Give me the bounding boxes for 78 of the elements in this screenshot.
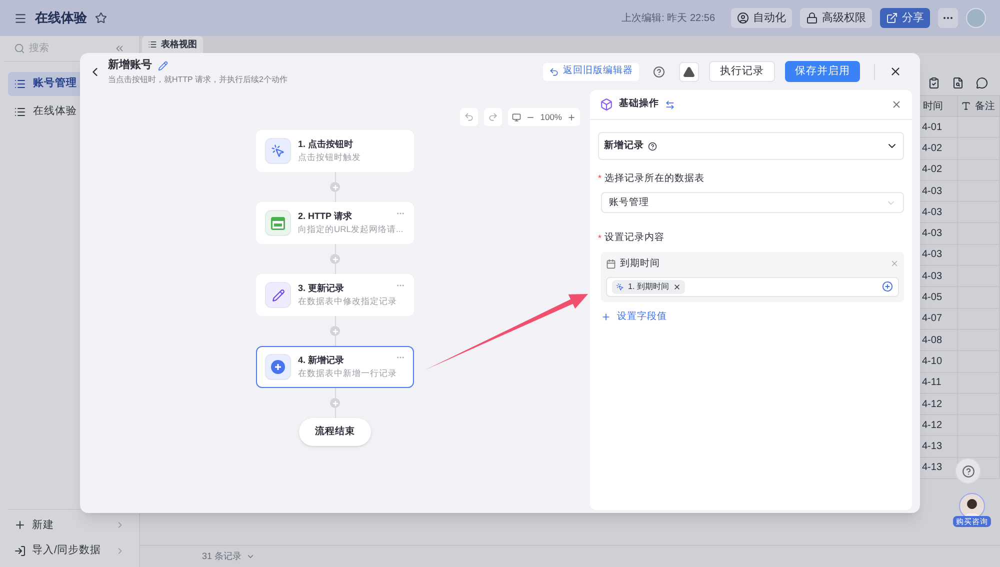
- undo-button[interactable]: [460, 108, 478, 126]
- step-title: 3. 更新记录: [298, 282, 344, 295]
- edit-icon[interactable]: [158, 60, 168, 70]
- clipboard-icon[interactable]: [928, 77, 940, 89]
- value-token[interactable]: 1. 到期时间: [612, 280, 685, 294]
- legacy-editor-button[interactable]: 返回旧版编辑器: [543, 62, 639, 80]
- help-icon[interactable]: [653, 66, 665, 78]
- required-mark: *: [598, 172, 602, 186]
- menu-icon[interactable]: [14, 12, 27, 24]
- switch-icon[interactable]: [665, 100, 675, 110]
- sidebar-action[interactable]: 导入/同步数据: [8, 543, 131, 559]
- dialog-title: 新增账号: [108, 58, 152, 74]
- import-icon: [14, 545, 26, 558]
- help-icon: [648, 142, 657, 150]
- more-button[interactable]: [938, 8, 958, 28]
- warning-icon: [683, 66, 695, 78]
- cursor-click-icon: [265, 138, 291, 164]
- view-tab[interactable]: 表格视图: [142, 36, 203, 53]
- close-icon[interactable]: [889, 65, 902, 78]
- field-name: 到期时间: [620, 256, 661, 270]
- chevron-down-icon: [246, 552, 255, 561]
- permissions-button[interactable]: 高级权限: [800, 8, 872, 28]
- help-icon: [962, 464, 974, 478]
- flow-step-card[interactable]: 3. 更新记录 在数据表中修改指定记录: [256, 274, 414, 316]
- lock-icon: [806, 12, 818, 24]
- action-select[interactable]: 新增记录: [598, 132, 904, 160]
- column-header[interactable]: 备注: [958, 96, 1000, 116]
- value-input[interactable]: 1. 到期时间: [606, 276, 899, 297]
- pencil-icon: [265, 282, 291, 308]
- step-description: 点击按钮时触发: [298, 151, 361, 164]
- last-edited-text: 上次编辑: 昨天 22:56: [622, 12, 715, 26]
- zoom-level: 100%: [540, 110, 562, 124]
- share-button[interactable]: 分享: [880, 8, 930, 28]
- step-description: 向指定的URL发起网络请...: [298, 223, 404, 236]
- find-icon[interactable]: [952, 77, 964, 89]
- comment-icon[interactable]: [976, 77, 988, 89]
- star-icon[interactable]: [95, 12, 107, 24]
- table-icon: [148, 40, 157, 49]
- add-icon[interactable]: [882, 281, 893, 292]
- flow-end-node: 流程结束: [299, 418, 371, 446]
- collapse-icon[interactable]: [114, 43, 125, 54]
- field-label: 选择记录所在的数据表: [604, 172, 705, 186]
- add-field-link[interactable]: 设置字段值: [601, 310, 904, 324]
- undo-icon: [464, 112, 474, 122]
- step-description: 在数据表中修改指定记录: [298, 295, 397, 308]
- search-icon: [14, 43, 25, 54]
- save-button[interactable]: 保存并启用: [785, 61, 860, 82]
- help-button[interactable]: [955, 458, 981, 484]
- redo-icon: [488, 112, 498, 122]
- required-mark: *: [598, 232, 602, 245]
- step-title: 1. 点击按钮时: [298, 138, 354, 151]
- document-title: 在线体验: [35, 9, 87, 28]
- undo-icon: [549, 66, 559, 76]
- automation-button[interactable]: 自动化: [731, 8, 792, 28]
- sidebar-item[interactable]: 在线体验: [8, 100, 131, 124]
- date-field-icon: [606, 258, 616, 269]
- remove-icon[interactable]: [672, 282, 681, 291]
- cursor-click-icon: [616, 282, 624, 291]
- step-title: 4. 新增记录: [298, 354, 344, 367]
- field-label: 设置记录内容: [604, 231, 665, 246]
- redo-button[interactable]: [484, 108, 502, 126]
- text-field-icon: [961, 101, 971, 111]
- table-select[interactable]: 账号管理: [601, 192, 904, 214]
- panel-title: 基础操作: [619, 97, 659, 112]
- warning-button[interactable]: [679, 62, 699, 82]
- http-icon: [265, 210, 291, 236]
- plus-icon: [14, 519, 26, 532]
- history-button[interactable]: 执行记录: [709, 61, 775, 82]
- flow-step-card[interactable]: 4. 新增记录 在数据表中新增一行记录: [256, 346, 414, 388]
- flow-step-card[interactable]: 1. 点击按钮时 点击按钮时触发: [256, 130, 414, 172]
- cube-icon: [600, 98, 613, 111]
- step-title: 2. HTTP 请求: [298, 210, 352, 223]
- sidebar-action[interactable]: 新建: [8, 518, 131, 534]
- zoom-in-icon[interactable]: [567, 112, 576, 122]
- flow-step-card[interactable]: 2. HTTP 请求 向指定的URL发起网络请...: [256, 202, 414, 244]
- share-icon: [886, 12, 898, 24]
- step-description: 在数据表中新增一行记录: [298, 367, 397, 380]
- plus-icon: [601, 312, 611, 322]
